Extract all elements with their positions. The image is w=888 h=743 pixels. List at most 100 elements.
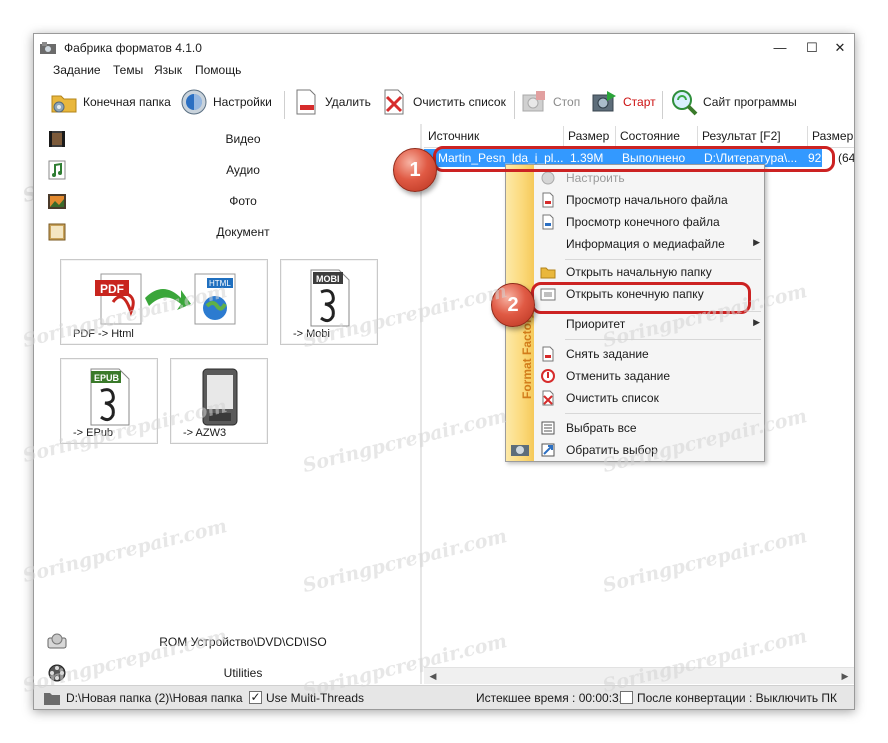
submenu-arrow-icon: ▶ bbox=[753, 237, 760, 247]
clear-list-label: Очистить список bbox=[413, 95, 506, 109]
mobi-icon: MOBI bbox=[310, 269, 350, 327]
invert-selection-icon bbox=[541, 443, 555, 457]
conversion-panel: Видео Аудио Фото Документ PDF HTML PDF -… bbox=[37, 124, 419, 684]
pane-splitter[interactable] bbox=[420, 124, 422, 684]
toolbar-separator bbox=[284, 91, 285, 119]
menu-item-view-source[interactable]: Просмотр начального файла bbox=[535, 189, 764, 211]
clear-list-icon bbox=[542, 390, 554, 406]
menu-item-cancel-task[interactable]: Отменить задание bbox=[535, 365, 764, 387]
stop-label: Стоп bbox=[553, 95, 581, 109]
menu-item-clear-list[interactable]: Очистить список bbox=[535, 387, 764, 409]
tile-label: -> EPub bbox=[73, 427, 114, 439]
remove-task-icon bbox=[542, 346, 554, 362]
highlight-selected-row bbox=[433, 146, 835, 172]
highlight-open-output-folder bbox=[531, 282, 751, 314]
category-audio-label: Аудио bbox=[226, 163, 260, 177]
menu-item-remove-task[interactable]: Снять задание bbox=[535, 343, 764, 365]
tile-mobi[interactable]: MOBI -> Mobi bbox=[280, 259, 378, 345]
tile-label: -> Mobi bbox=[293, 328, 330, 340]
column-header-output-size[interactable]: Размер bbox=[808, 126, 854, 146]
category-utilities-label: Utilities bbox=[223, 666, 263, 680]
start-button[interactable]: Старт bbox=[590, 86, 656, 118]
submenu-arrow-icon: ▶ bbox=[753, 317, 760, 327]
menu-separator bbox=[565, 259, 761, 260]
delete-button[interactable]: Удалить bbox=[292, 86, 371, 118]
elapsed-time: Истекшее время : 00:00:31 bbox=[476, 691, 626, 705]
configure-icon bbox=[541, 171, 555, 185]
select-all-icon bbox=[541, 421, 555, 435]
category-utilities[interactable]: Utilities bbox=[43, 660, 419, 686]
settings-label: Настройки bbox=[213, 95, 272, 109]
menu-themes[interactable]: Темы bbox=[113, 63, 143, 77]
start-label: Старт bbox=[623, 95, 656, 109]
start-icon bbox=[592, 91, 616, 112]
output-path[interactable]: D:\Новая папка (2)\Новая папка bbox=[66, 691, 243, 705]
delete-document-icon bbox=[296, 89, 316, 115]
menu-item-priority[interactable]: Приоритет ▶ bbox=[535, 313, 764, 335]
menu-task[interactable]: Задание bbox=[53, 63, 101, 77]
title-bar: Фабрика форматов 4.1.0 — ☐ ✕ bbox=[34, 34, 854, 62]
settings-icon bbox=[181, 89, 207, 115]
tile-epub[interactable]: EPUB -> EPub bbox=[60, 358, 158, 444]
clear-list-icon bbox=[384, 89, 404, 115]
after-convert-label: После конвертации : Выключить ПК bbox=[637, 691, 838, 705]
category-video-label: Видео bbox=[225, 132, 261, 146]
after-convert-checkbox[interactable] bbox=[620, 691, 633, 704]
settings-button[interactable]: Настройки bbox=[180, 86, 272, 118]
document-icon bbox=[542, 192, 554, 208]
scroll-right-icon[interactable]: ▶ bbox=[838, 670, 852, 683]
close-button[interactable]: ✕ bbox=[826, 38, 854, 58]
format-factory-logo-icon bbox=[511, 445, 529, 456]
folder-icon bbox=[44, 693, 60, 705]
website-magnifier-icon bbox=[672, 90, 698, 116]
horizontal-scrollbar[interactable]: ◀ ▶ bbox=[424, 667, 854, 684]
column-header-result[interactable]: Результат [F2] bbox=[698, 126, 808, 146]
cancel-task-icon bbox=[541, 369, 555, 383]
tile-label: -> AZW3 bbox=[183, 427, 227, 439]
tile-pdf-to-html[interactable]: PDF HTML PDF -> Html bbox=[60, 259, 268, 345]
website-label: Сайт программы bbox=[703, 95, 797, 109]
status-bar: D:\Новая папка (2)\Новая папка ✓ Use Mul… bbox=[34, 685, 854, 709]
output-folder-label: Конечная папка bbox=[83, 95, 171, 109]
category-video[interactable]: Видео bbox=[43, 126, 419, 152]
category-audio[interactable]: Аудио bbox=[43, 157, 419, 183]
menu-separator bbox=[565, 413, 761, 414]
menu-help[interactable]: Помощь bbox=[195, 63, 241, 77]
multithreads-label: Use Multi-Threads bbox=[266, 691, 365, 705]
document-icon bbox=[542, 214, 554, 230]
menu-language[interactable]: Язык bbox=[154, 63, 182, 77]
toolbar: Конечная папка Настройки Удалить Очистит… bbox=[34, 83, 854, 121]
delete-label: Удалить bbox=[325, 95, 371, 109]
folder-gear-icon bbox=[51, 95, 77, 113]
category-rom-device[interactable]: ROM Устройство\DVD\CD\ISO bbox=[43, 629, 419, 655]
step-badge-1: 1 bbox=[393, 148, 437, 192]
menu-item-invert-selection[interactable]: Обратить выбор bbox=[535, 439, 764, 461]
ebook-reader-icon bbox=[202, 368, 238, 426]
column-header-source[interactable]: Источник bbox=[424, 126, 564, 146]
svg-text:MOBI: MOBI bbox=[316, 274, 340, 284]
clear-list-button[interactable]: Очистить список bbox=[380, 86, 506, 118]
svg-text:PDF: PDF bbox=[100, 282, 124, 296]
svg-text:EPUB: EPUB bbox=[94, 373, 120, 383]
column-header-size[interactable]: Размер bbox=[564, 126, 616, 146]
multithreads-checkbox[interactable]: ✓ bbox=[249, 691, 262, 704]
stop-button[interactable]: Стоп bbox=[520, 86, 580, 118]
menu-item-view-output[interactable]: Просмотр конечного файла bbox=[535, 211, 764, 233]
category-photo[interactable]: Фото bbox=[43, 188, 419, 214]
folder-icon bbox=[540, 267, 556, 279]
category-document[interactable]: Документ bbox=[43, 219, 419, 245]
scroll-left-icon[interactable]: ◀ bbox=[426, 670, 440, 683]
menu-item-open-source-folder[interactable]: Открыть начальную папку bbox=[535, 261, 764, 283]
maximize-button[interactable]: ☐ bbox=[798, 38, 826, 58]
column-header-state[interactable]: Состояние bbox=[616, 126, 698, 146]
tile-azw3[interactable]: -> AZW3 bbox=[170, 358, 268, 444]
menu-item-select-all[interactable]: Выбрать все bbox=[535, 417, 764, 439]
output-folder-button[interactable]: Конечная папка bbox=[50, 86, 171, 118]
menu-item-media-info[interactable]: Информация о медиафайле ▶ bbox=[535, 233, 764, 255]
epub-icon: EPUB bbox=[90, 368, 130, 426]
pdf-to-html-icon: PDF HTML bbox=[95, 273, 236, 325]
category-photo-label: Фото bbox=[229, 194, 257, 208]
website-button[interactable]: Сайт программы bbox=[670, 86, 797, 118]
minimize-button[interactable]: — bbox=[766, 38, 794, 58]
toolbar-separator bbox=[514, 91, 515, 119]
